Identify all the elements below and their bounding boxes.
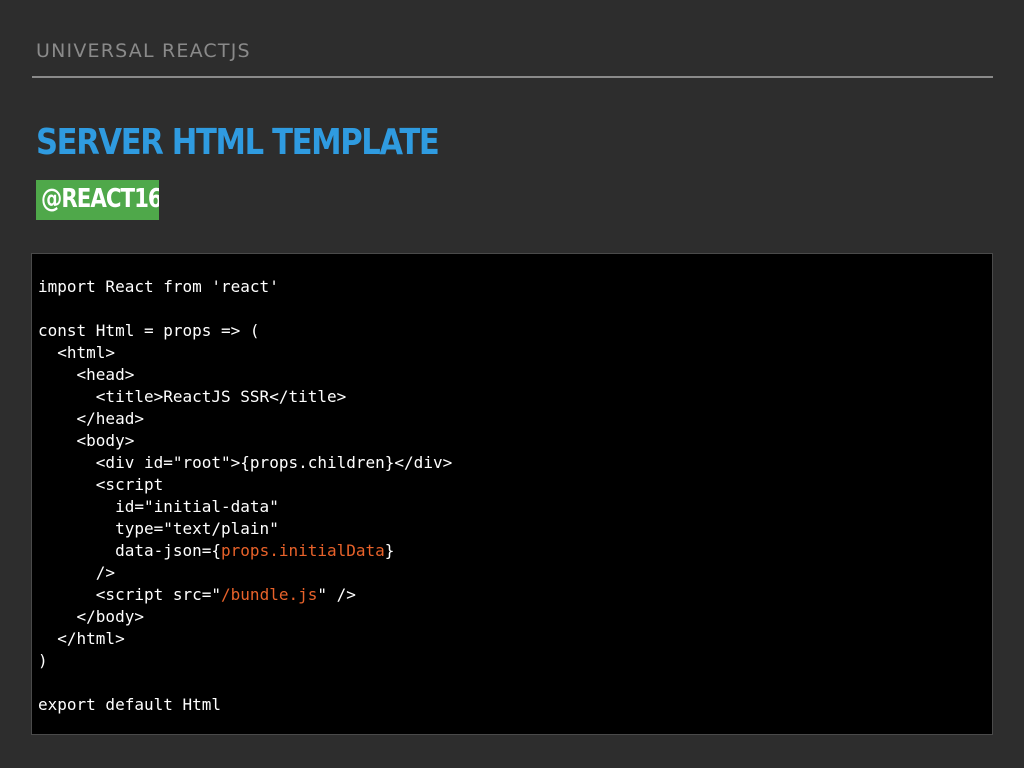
code-line: /> xyxy=(38,563,116,582)
code-segment: <script src=" xyxy=(38,585,222,604)
code-line: <body> xyxy=(38,431,135,450)
code-line: <script src="/bundle.js" /> xyxy=(38,584,452,606)
code-line: export default Html xyxy=(38,695,222,714)
code-line: type="text/plain" xyxy=(38,519,279,538)
code-line: <div id="root">{props.children}</div> xyxy=(38,453,453,472)
code-line: id="initial-data" xyxy=(38,497,279,516)
react-version-tag: @REACT16 xyxy=(36,180,159,220)
code-block: import React from 'react' const Html = pr… xyxy=(31,253,993,735)
code-line: <script xyxy=(38,475,164,494)
code-segment: data-json={ xyxy=(38,541,222,560)
code-line: <head> xyxy=(38,365,135,384)
code-line: </body> xyxy=(38,607,144,626)
slide: UNIVERSAL REACTJS SERVER HTML TEMPLATE @… xyxy=(0,0,1024,768)
code-line: <title>ReactJS SSR</title> xyxy=(38,387,347,406)
code-line: ) xyxy=(38,651,48,670)
code-segment: " /> xyxy=(317,585,356,604)
code-highlight-bundle-path: /bundle.js xyxy=(221,585,318,604)
code-line: const Html = props => ( xyxy=(38,321,260,340)
section-title: UNIVERSAL REACTJS xyxy=(36,40,251,62)
code-line: import React from 'react' xyxy=(38,277,279,296)
header-divider xyxy=(32,76,993,78)
react-version-tag-label: @REACT16 xyxy=(41,184,159,214)
code-highlight-initial-data: props.initialData xyxy=(221,541,385,560)
slide-title: SERVER HTML TEMPLATE xyxy=(36,122,440,163)
code-line: data-json={props.initialData} xyxy=(38,540,452,562)
code-content: import React from 'react' const Html = pr… xyxy=(38,276,452,716)
code-segment: } xyxy=(384,541,395,560)
code-line: </head> xyxy=(38,409,144,428)
code-line: </html> xyxy=(38,629,125,648)
code-line: <html> xyxy=(38,343,116,362)
